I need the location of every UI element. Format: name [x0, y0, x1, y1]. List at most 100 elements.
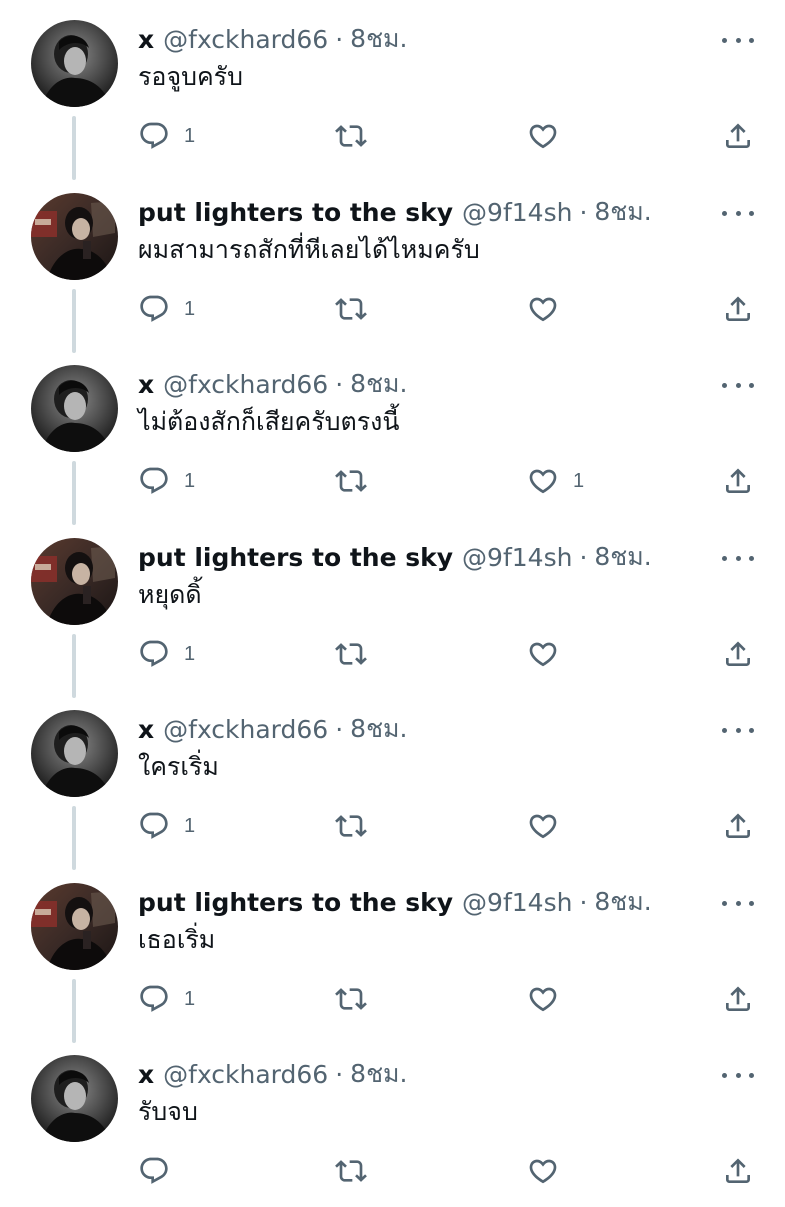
tweet-actions: 1 1 — [0, 461, 785, 501]
display-name[interactable]: put lighters to the sky — [138, 543, 453, 572]
share-button[interactable] — [722, 634, 754, 674]
timestamp[interactable]: 8ชม. — [594, 192, 651, 232]
reply-button[interactable]: 1 — [138, 116, 195, 156]
avatar[interactable] — [31, 193, 118, 280]
tweet-header: x @fxckhard66 · 8ชม. — [138, 367, 407, 401]
timestamp[interactable]: 8ชม. — [350, 19, 407, 59]
display-name[interactable]: x — [138, 1060, 154, 1089]
tweet-text: ใครเริ่ม — [138, 752, 219, 781]
more-icon[interactable] — [722, 726, 754, 734]
tweet-5[interactable]: x @fxckhard66 · 8ชม. ใครเริ่ม 1 — [0, 690, 785, 870]
tweet-4[interactable]: put lighters to the sky @9f14sh · 8ชม. ห… — [0, 518, 785, 698]
more-icon[interactable] — [722, 209, 754, 217]
like-button[interactable] — [527, 979, 573, 1019]
avatar[interactable] — [31, 1055, 118, 1142]
share-icon — [722, 465, 754, 497]
reply-icon — [138, 465, 170, 497]
like-button[interactable]: 1 — [527, 461, 584, 501]
user-handle[interactable]: @9f14sh — [462, 888, 572, 917]
share-icon — [722, 983, 754, 1015]
retweet-button[interactable] — [335, 116, 381, 156]
more-icon[interactable] — [722, 381, 754, 389]
like-icon — [527, 120, 559, 152]
tweet-actions: 1 — [0, 116, 785, 156]
reply-count: 1 — [184, 124, 196, 147]
tweet-text: หยุดดิ้ — [138, 580, 202, 609]
timestamp[interactable]: 8ชม. — [350, 364, 407, 404]
reply-button[interactable]: 1 — [138, 634, 195, 674]
user-handle[interactable]: @9f14sh — [462, 543, 572, 572]
separator-dot: · — [335, 24, 344, 54]
user-handle[interactable]: @9f14sh — [462, 198, 572, 227]
share-button[interactable] — [722, 116, 754, 156]
retweet-button[interactable] — [335, 806, 381, 846]
user-handle[interactable]: @fxckhard66 — [163, 1060, 328, 1089]
timestamp[interactable]: 8ชม. — [350, 709, 407, 749]
avatar[interactable] — [31, 365, 118, 452]
display-name[interactable]: x — [138, 715, 154, 744]
tweet-2[interactable]: put lighters to the sky @9f14sh · 8ชม. ผ… — [0, 173, 785, 353]
like-icon — [527, 1155, 559, 1187]
share-button[interactable] — [722, 289, 754, 329]
avatar[interactable] — [31, 538, 118, 625]
avatar[interactable] — [31, 20, 118, 107]
tweet-6[interactable]: put lighters to the sky @9f14sh · 8ชม. เ… — [0, 863, 785, 1043]
display-name[interactable]: x — [138, 370, 154, 399]
reply-button[interactable]: 1 — [138, 979, 195, 1019]
tweet-header: put lighters to the sky @9f14sh · 8ชม. — [138, 540, 652, 574]
share-button[interactable] — [722, 461, 754, 501]
timestamp[interactable]: 8ชม. — [594, 537, 651, 577]
reply-icon — [138, 638, 170, 670]
share-button[interactable] — [722, 1151, 754, 1191]
tweet-actions: 1 — [0, 634, 785, 674]
retweet-icon — [335, 810, 367, 842]
reply-count: 1 — [184, 297, 196, 320]
share-button[interactable] — [722, 979, 754, 1019]
share-button[interactable] — [722, 806, 754, 846]
tweet-1[interactable]: x @fxckhard66 · 8ชม. รอจูบครับ 1 — [0, 0, 785, 180]
like-button[interactable] — [527, 1151, 573, 1191]
more-icon[interactable] — [722, 554, 754, 562]
tweet-3[interactable]: x @fxckhard66 · 8ชม. ไม่ต้องสักก็เสียครั… — [0, 345, 785, 525]
like-icon — [527, 465, 559, 497]
reply-button[interactable]: 1 — [138, 806, 195, 846]
tweet-actions: 1 — [0, 979, 785, 1019]
like-button[interactable] — [527, 806, 573, 846]
display-name[interactable]: x — [138, 25, 154, 54]
avatar[interactable] — [31, 883, 118, 970]
user-handle[interactable]: @fxckhard66 — [163, 370, 328, 399]
like-button[interactable] — [527, 289, 573, 329]
retweet-button[interactable] — [335, 461, 381, 501]
user-handle[interactable]: @fxckhard66 — [163, 715, 328, 744]
more-icon[interactable] — [722, 899, 754, 907]
like-button[interactable] — [527, 634, 573, 674]
timestamp[interactable]: 8ชม. — [350, 1054, 407, 1094]
reply-icon — [138, 120, 170, 152]
like-button[interactable] — [527, 116, 573, 156]
reply-icon — [138, 983, 170, 1015]
more-icon[interactable] — [722, 36, 754, 44]
display-name[interactable]: put lighters to the sky — [138, 198, 453, 227]
tweet-actions: 1 — [0, 289, 785, 329]
display-name[interactable]: put lighters to the sky — [138, 888, 453, 917]
retweet-button[interactable] — [335, 289, 381, 329]
retweet-button[interactable] — [335, 979, 381, 1019]
tweet-header: put lighters to the sky @9f14sh · 8ชม. — [138, 195, 652, 229]
more-icon[interactable] — [722, 1071, 754, 1079]
tweet-7[interactable]: x @fxckhard66 · 8ชม. รับจบ — [0, 1035, 785, 1207]
like-icon — [527, 638, 559, 670]
reply-button[interactable]: 1 — [138, 461, 195, 501]
reply-button[interactable]: 1 — [138, 289, 195, 329]
separator-dot: · — [335, 714, 344, 744]
avatar[interactable] — [31, 710, 118, 797]
like-count: 1 — [573, 469, 585, 492]
reply-button[interactable] — [138, 1151, 184, 1191]
retweet-button[interactable] — [335, 634, 381, 674]
reply-icon — [138, 810, 170, 842]
tweet-header: put lighters to the sky @9f14sh · 8ชม. — [138, 885, 652, 919]
timestamp[interactable]: 8ชม. — [594, 882, 651, 922]
separator-dot: · — [335, 369, 344, 399]
tweet-header: x @fxckhard66 · 8ชม. — [138, 22, 407, 56]
retweet-button[interactable] — [335, 1151, 381, 1191]
user-handle[interactable]: @fxckhard66 — [163, 25, 328, 54]
